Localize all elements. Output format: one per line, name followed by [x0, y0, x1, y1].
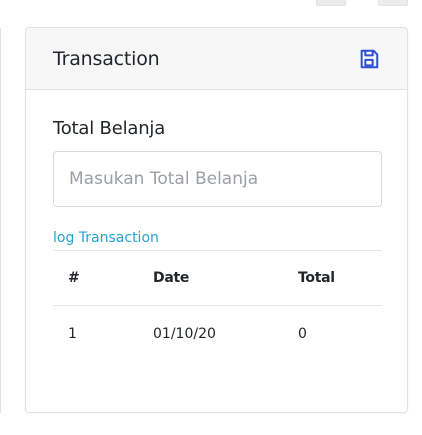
column-header-date: Date — [153, 270, 190, 286]
total-belanja-input[interactable] — [53, 151, 382, 207]
transaction-log-table: # Date Total 1 01/10/20 0 — [53, 250, 382, 362]
total-belanja-label: Total Belanja — [53, 118, 166, 139]
card-header: Transaction — [26, 28, 407, 90]
card-title: Transaction — [53, 47, 160, 70]
left-panel-edge — [0, 28, 1, 413]
top-toolbar-fragment — [316, 0, 346, 6]
row-number-cell: 1 — [53, 305, 153, 362]
log-transaction-link[interactable]: log Transaction — [53, 230, 381, 246]
column-header-total: Total — [298, 270, 335, 286]
transaction-card: Transaction Total Belanja log Transactio… — [25, 27, 408, 413]
row-total-cell: 0 — [298, 305, 382, 362]
row-date-cell: 01/10/20 — [153, 305, 298, 362]
card-body: Total Belanja log Transaction # Date Tot… — [26, 90, 407, 362]
save-icon[interactable] — [358, 48, 380, 70]
column-header-number: # — [68, 270, 80, 286]
table-header-row: # Date Total — [53, 250, 382, 306]
table-row: 1 01/10/20 0 — [53, 305, 382, 362]
top-toolbar-fragment — [378, 0, 408, 6]
